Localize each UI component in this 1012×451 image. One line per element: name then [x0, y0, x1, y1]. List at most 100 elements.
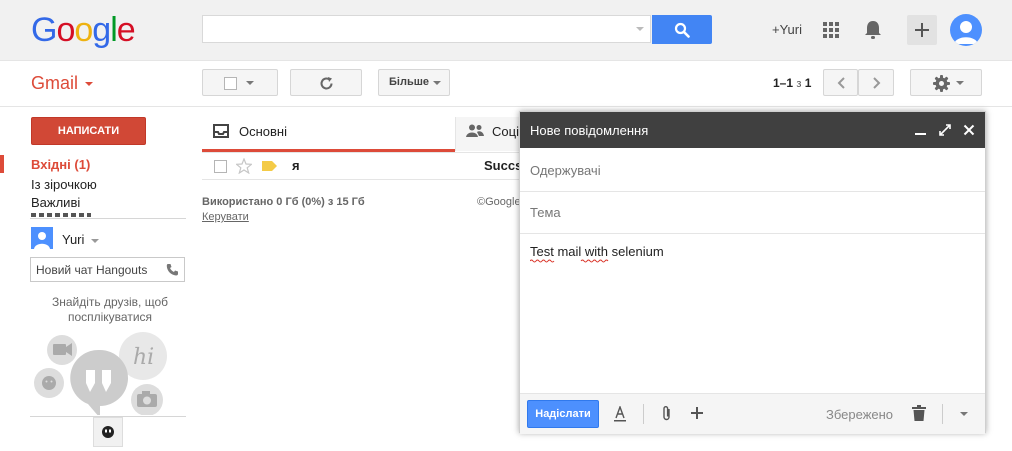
- send-button[interactable]: Надіслати: [527, 400, 599, 428]
- find-friends-text: Знайдіть друзів, щоб посплікуватися: [51, 295, 169, 324]
- pagination-total: 1: [804, 76, 812, 90]
- logo-letter: G: [31, 11, 57, 49]
- compose-header[interactable]: Нове повідомлення: [520, 112, 985, 148]
- tab-social[interactable]: Соціа: [455, 117, 526, 151]
- settings-gear-icon: [933, 75, 950, 92]
- avatar-icon: [954, 21, 978, 44]
- apps-grid-icon[interactable]: [823, 22, 839, 41]
- search-input[interactable]: [202, 15, 651, 43]
- hangouts-user-name: Yuri: [62, 232, 85, 247]
- recipients-placeholder: Одержувачі: [530, 163, 601, 178]
- star-icon[interactable]: [236, 158, 252, 174]
- compose-button[interactable]: НАПИСАТИ: [31, 117, 146, 145]
- sidebar-item-inbox[interactable]: Вхідні (1): [31, 157, 90, 172]
- people-icon: [466, 124, 484, 137]
- top-bar: Google +Yuri: [0, 0, 1012, 61]
- phone-icon[interactable]: [166, 263, 179, 276]
- message-subject: Succs: [484, 158, 523, 173]
- gmail-app-switcher[interactable]: Gmail: [31, 73, 94, 94]
- message-sender: я: [292, 158, 300, 173]
- inbox-tray-icon: [213, 124, 229, 138]
- chevron-left-icon: [837, 77, 845, 89]
- table-row[interactable]: я Succs: [202, 153, 523, 179]
- discard-trash-icon[interactable]: [912, 405, 926, 421]
- settings-button[interactable]: [910, 69, 982, 96]
- share-plus-button[interactable]: [907, 15, 937, 45]
- hangouts-footer-tab[interactable]: [93, 417, 123, 447]
- plus-icon: [915, 23, 929, 37]
- smiley-bubble-icon: [34, 368, 64, 398]
- close-icon[interactable]: [963, 124, 975, 136]
- subject-field[interactable]: Тема: [520, 192, 985, 234]
- chevron-down-icon: [956, 81, 964, 85]
- importance-label-icon[interactable]: [262, 161, 277, 171]
- row-checkbox[interactable]: [214, 160, 227, 173]
- hangouts-chat-placeholder: Новий чат Hangouts: [36, 263, 148, 277]
- more-label: Більше: [389, 76, 429, 88]
- hangouts-user[interactable]: Yuri: [62, 232, 100, 247]
- chevron-down-icon: [91, 238, 100, 243]
- logo-letter: o: [56, 11, 75, 49]
- search-button[interactable]: [652, 15, 712, 44]
- more-actions-button[interactable]: Більше: [378, 69, 450, 96]
- sidebar-item-important[interactable]: Важливі: [31, 195, 80, 210]
- pagination-range: 1–1: [773, 76, 794, 90]
- logo-letter: e: [116, 11, 136, 49]
- search-icon: [674, 22, 690, 38]
- avatar[interactable]: [950, 14, 982, 46]
- camera-bubble-icon: [131, 384, 163, 415]
- hangouts-quote-icon: [102, 426, 114, 438]
- storage-usage: Використано 0 Гб (0%) з 15 Гб: [202, 196, 365, 208]
- divider: [0, 106, 1012, 107]
- compose-window: Нове повідомлення Одержувачі Тема Test m…: [519, 111, 986, 434]
- sidebar-item-cutoff: [31, 213, 101, 217]
- message-body[interactable]: Test mail with selenium: [520, 234, 985, 392]
- spellcheck-underline: [530, 259, 609, 263]
- copyright: ©Google: [477, 196, 521, 208]
- gmail-label: Gmail: [31, 73, 79, 93]
- saved-status: Збережено: [826, 407, 894, 422]
- avatar-icon: [34, 232, 50, 249]
- sidebar-item-starred[interactable]: Із зірочкою: [31, 177, 97, 192]
- logo-letter: g: [92, 11, 111, 49]
- divider: [30, 218, 186, 219]
- pagination-info: 1–1 з 1: [773, 76, 811, 90]
- more-options-plus-icon[interactable]: [691, 407, 703, 419]
- tab-primary-label: Основні: [239, 124, 287, 139]
- divider: [942, 404, 943, 424]
- chevron-down-icon: [433, 81, 441, 85]
- video-bubble-icon: [47, 335, 77, 365]
- chevron-right-icon: [873, 77, 881, 89]
- notifications-bell-icon[interactable]: [864, 20, 882, 43]
- hangouts-illustration: hi: [34, 332, 167, 415]
- select-all-checkbox-dropdown[interactable]: [202, 69, 278, 96]
- user-profile-link[interactable]: +Yuri: [772, 22, 802, 37]
- chevron-down-icon: [246, 81, 254, 85]
- recipients-field[interactable]: Одержувачі: [520, 149, 985, 192]
- newer-button[interactable]: [823, 69, 858, 96]
- subject-placeholder: Тема: [530, 205, 561, 220]
- pagination-of-word: з: [796, 78, 802, 90]
- compose-title: Нове повідомлення: [530, 123, 649, 138]
- older-button[interactable]: [858, 69, 894, 96]
- formatting-icon[interactable]: [613, 406, 627, 422]
- logo-letter: o: [74, 11, 93, 49]
- manage-storage-link[interactable]: Керувати: [202, 211, 249, 223]
- refresh-button[interactable]: [290, 69, 362, 96]
- chevron-down-icon: [85, 82, 94, 87]
- svg-text:hi: hi: [133, 345, 154, 370]
- active-item-marker: [0, 155, 4, 173]
- hangouts-chat-input[interactable]: Новий чат Hangouts: [30, 257, 185, 282]
- google-logo[interactable]: Google: [31, 11, 136, 50]
- checkbox-icon[interactable]: [224, 77, 237, 90]
- message-body-text: Test mail with selenium: [530, 244, 664, 259]
- minimize-icon[interactable]: [915, 124, 927, 136]
- divider: [643, 404, 644, 424]
- refresh-icon: [320, 77, 333, 90]
- divider: [202, 179, 520, 180]
- tab-primary[interactable]: Основні: [202, 117, 455, 152]
- search-options-dropdown-icon[interactable]: [636, 27, 644, 31]
- fullscreen-icon[interactable]: [939, 124, 951, 136]
- chevron-down-icon[interactable]: [960, 412, 968, 416]
- attach-file-icon[interactable]: [662, 405, 672, 422]
